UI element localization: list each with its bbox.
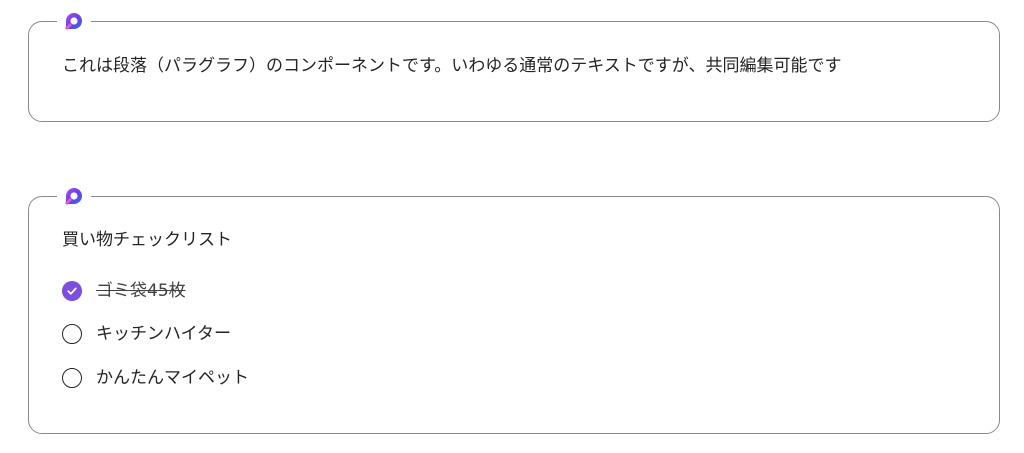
checklist-component[interactable]: 買い物チェックリスト ゴミ袋45枚 キッチンハイター かんたんマイペット: [28, 183, 1000, 434]
checklist-item-label[interactable]: キッチンハイター: [96, 323, 231, 345]
loop-logo-icon[interactable]: [57, 8, 91, 34]
checklist-title[interactable]: 買い物チェックリスト: [62, 229, 232, 251]
loop-logo-icon[interactable]: [57, 183, 91, 209]
checklist-item-label[interactable]: かんたんマイペット: [96, 367, 249, 389]
checklist-item[interactable]: かんたんマイペット: [62, 366, 249, 390]
checklist-item[interactable]: ゴミ袋45枚: [62, 279, 186, 303]
paragraph-text[interactable]: これは段落（パラグラフ）のコンポーネントです。いわゆる通常のテキストですが、共同…: [62, 55, 841, 77]
paragraph-component[interactable]: これは段落（パラグラフ）のコンポーネントです。いわゆる通常のテキストですが、共同…: [28, 8, 1000, 122]
checkbox-unchecked-icon[interactable]: [62, 368, 82, 388]
checkbox-checked-icon[interactable]: [62, 281, 82, 301]
checkbox-unchecked-icon[interactable]: [62, 324, 82, 344]
checklist-item[interactable]: キッチンハイター: [62, 322, 231, 346]
checklist-item-label[interactable]: ゴミ袋45枚: [96, 280, 186, 302]
